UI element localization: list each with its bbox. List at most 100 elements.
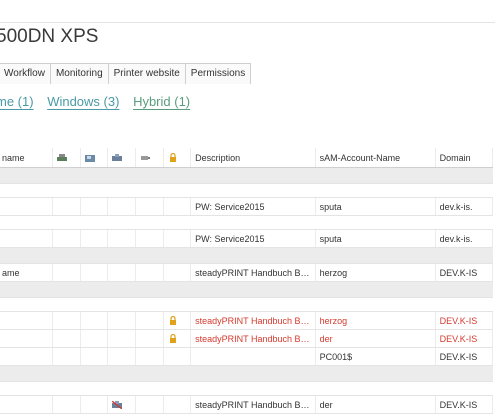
cell-sam-account-name: sputa [315,197,436,216]
cell-fax [80,347,109,366]
cell-description: steadyPRINT Handbuch Ben... [190,395,316,414]
cell-lock [163,347,192,366]
group-header-row[interactable] [0,247,493,264]
lock-icon [169,315,176,325]
permissions-table: name Description sAM-Account-Name Domain… [0,148,494,414]
cell-print [52,347,81,366]
cell-scan [107,347,136,366]
column-name[interactable]: name [0,148,54,168]
tab-monitoring[interactable]: Monitoring [49,63,109,84]
cell-toner [135,229,164,248]
column-scan[interactable] [107,148,136,168]
cell-lock [163,311,192,330]
cell-print [52,197,81,216]
column-domain[interactable]: Domain [435,148,494,168]
table-header-row: name Description sAM-Account-Name Domain [0,148,494,168]
filter-windows-link[interactable]: Windows (3) [47,94,119,109]
spacer-row [0,381,493,396]
cell-description: steadyPRINT Handbuch Ben... [190,329,316,348]
column-lock[interactable] [163,148,192,168]
cell-sam-account-name: herzog [315,263,436,282]
tab-printer-website[interactable]: Printer website [107,63,186,84]
cell-fax [80,197,109,216]
cell-sam-account-name: der [315,395,436,414]
cell-domain: DEV.K-IS [435,329,494,348]
scanner-icon [112,154,123,162]
cell-print [52,229,81,248]
cell-name: ame [0,263,54,282]
column-toner[interactable] [135,148,164,168]
cell-print [52,263,81,282]
cell-toner [135,311,164,330]
cell-fax [80,263,109,282]
cell-scan [107,329,136,348]
cell-lock [163,395,192,414]
spacer-row [0,183,493,198]
cell-scan [107,197,136,216]
column-fax[interactable] [80,148,109,168]
tab-permissions[interactable]: Permissions [184,63,252,84]
group-header-row[interactable] [0,281,493,298]
tab-bar: Workflow Monitoring Printer website Perm… [0,63,252,84]
column-print[interactable] [52,148,81,168]
scanner-disabled-icon [112,401,123,410]
cell-fax [80,395,109,414]
table-row[interactable]: ame steadyPRINT Handbuch Ben... herzog DEV.… [0,263,494,282]
cell-lock [163,229,192,248]
table-row[interactable]: PW: Service2015 sputa dev.k-is. [0,229,494,248]
cell-name [0,329,54,348]
cell-domain: DEV.K-IS [435,311,494,330]
cell-scan [107,395,136,414]
cell-name [0,197,54,216]
cell-toner [135,347,164,366]
cell-toner [135,263,164,282]
cell-fax [80,229,109,248]
cell-sam-account-name: sputa [315,229,436,248]
table-row[interactable]: steadyPRINT Handbuch Ben... der DEV.K-IS [0,329,494,348]
table-row[interactable]: PW: Service2015 sputa dev.k-is. [0,197,494,216]
cell-toner [135,329,164,348]
filter-links: me (1) Windows (3) Hybrid (1) [0,94,200,109]
group-header-row[interactable] [0,167,493,184]
cell-lock [163,197,192,216]
lock-icon [169,152,176,162]
cell-sam-account-name: PC001$ [315,347,436,366]
cell-print [52,311,81,330]
cell-sam-account-name: herzog [315,311,436,330]
cell-name [0,395,54,414]
column-description[interactable]: Description [190,148,316,168]
cell-name [0,229,54,248]
cell-description [190,347,316,366]
cell-description: PW: Service2015 [190,229,316,248]
cell-scan [107,229,136,248]
table-row[interactable]: steadyPRINT Handbuch Ben... herzog DEV.K-I… [0,311,494,330]
cell-scan [107,263,136,282]
lock-icon [169,333,176,343]
cell-description: PW: Service2015 [190,197,316,216]
cell-name [0,311,54,330]
tab-workflow[interactable]: Workflow [0,63,51,84]
spacer-row [0,297,493,312]
cell-print [52,395,81,414]
cell-fax [80,311,109,330]
cell-domain: DEV.K-IS [435,263,494,282]
cell-scan [107,311,136,330]
cell-domain: DEV.K-IS [435,395,494,414]
group-header-row[interactable] [0,365,493,382]
cell-lock [163,263,192,282]
table-body: PW: Service2015 sputa dev.k-is. PW: Service… [0,167,494,414]
cell-toner [135,395,164,414]
filter-hybrid-link[interactable]: Hybrid (1) [133,94,190,109]
table-row[interactable]: PC001$ DEV.K-IS [0,347,494,366]
filter-home-link[interactable]: me (1) [0,94,34,109]
cell-domain: dev.k-is. [435,229,494,248]
table-row[interactable]: steadyPRINT Handbuch Ben... der DEV.K-IS [0,395,494,414]
cell-domain: DEV.K-IS [435,347,494,366]
spacer-row [0,215,493,230]
printer-icon [57,154,68,162]
toner-icon [140,156,150,161]
page-title: 500DN XPS [0,26,99,47]
column-sam-account-name[interactable]: sAM-Account-Name [315,148,436,168]
cell-name [0,347,54,366]
header-divider [0,22,495,23]
